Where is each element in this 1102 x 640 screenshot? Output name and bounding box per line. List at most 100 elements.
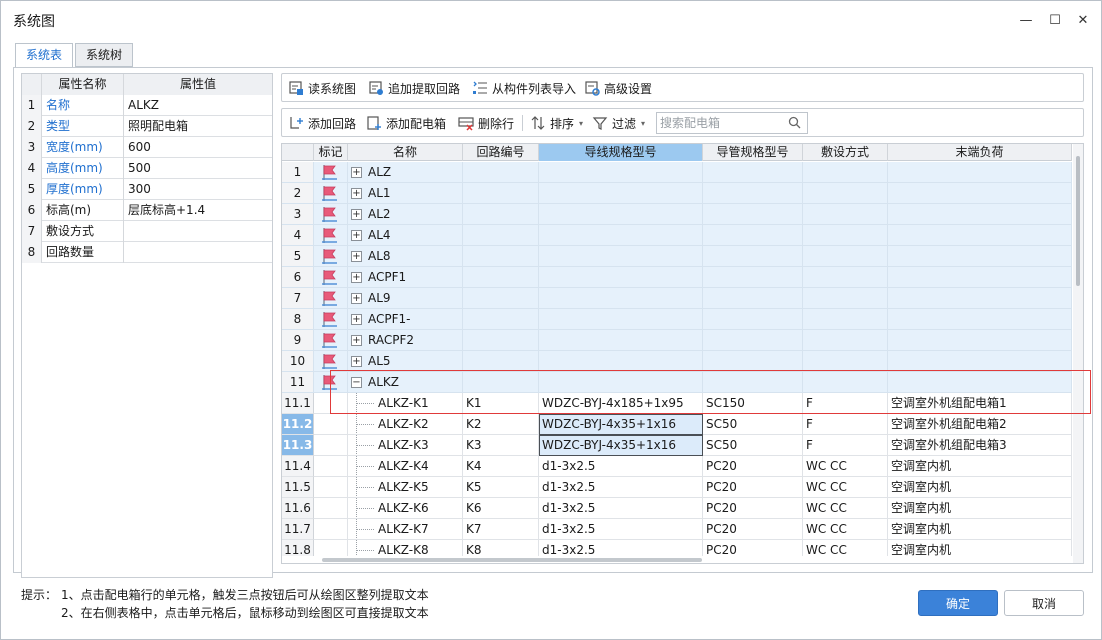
property-row[interactable]: 7 敷设方式 [22, 221, 272, 242]
cell-name[interactable]: − ALKZ [348, 372, 463, 393]
cell-name[interactable]: ALKZ-K6 [348, 498, 463, 519]
cell-wire-spec[interactable] [539, 267, 703, 288]
cell-laying-method[interactable]: F [803, 393, 888, 414]
cell-end-load[interactable] [888, 204, 1072, 225]
flag-icon[interactable] [321, 248, 339, 265]
expand-icon[interactable]: + [351, 356, 362, 367]
cell-circuit-number[interactable] [463, 372, 539, 393]
cell-wire-spec[interactable]: d1-3x2.5 [539, 519, 703, 540]
property-row[interactable]: 3 宽度(mm) 600 [22, 137, 272, 158]
flag-icon[interactable] [321, 374, 339, 391]
cell-name[interactable]: + AL5 [348, 351, 463, 372]
cell-laying-method[interactable] [803, 267, 888, 288]
cell-name[interactable]: + ACPF1- [348, 309, 463, 330]
cell-end-load[interactable] [888, 267, 1072, 288]
cell-mark[interactable] [314, 519, 348, 540]
cell-circuit-number[interactable]: K3 [463, 435, 539, 456]
table-row[interactable]: 10 + AL5 [282, 351, 1072, 372]
header-circuit-number[interactable]: 回路编号 [463, 144, 539, 161]
flag-icon[interactable] [321, 185, 339, 202]
cell-mark[interactable] [314, 225, 348, 246]
property-value[interactable]: 层底标高+1.4 [124, 200, 272, 221]
table-row[interactable]: 11.6 ALKZ-K6 K6 d1-3x2.5 PC20 WC CC 空调室内机 [282, 498, 1072, 519]
cell-wire-spec[interactable] [539, 225, 703, 246]
header-wire-spec[interactable]: 导线规格型号 [539, 144, 703, 161]
add-box-button[interactable]: 添加配电箱 [366, 113, 446, 133]
cell-laying-method[interactable] [803, 246, 888, 267]
table-row[interactable]: 9 + RACPF2 [282, 330, 1072, 351]
property-value[interactable]: 600 [124, 137, 272, 158]
table-row[interactable]: 5 + AL8 [282, 246, 1072, 267]
property-value[interactable] [124, 221, 272, 242]
expand-icon[interactable]: + [351, 251, 362, 262]
table-row[interactable]: 3 + AL2 [282, 204, 1072, 225]
cell-mark[interactable] [314, 288, 348, 309]
cell-circuit-number[interactable] [463, 351, 539, 372]
sort-button[interactable]: 排序 ▾ [530, 113, 583, 133]
table-row[interactable]: 11 − ALKZ [282, 372, 1072, 393]
expand-icon[interactable]: + [351, 314, 362, 325]
table-row[interactable]: 6 + ACPF1 [282, 267, 1072, 288]
cell-end-load[interactable]: 空调室外机组配电箱3 [888, 435, 1072, 456]
property-row[interactable]: 4 高度(mm) 500 [22, 158, 272, 179]
cell-laying-method[interactable] [803, 330, 888, 351]
cell-name[interactable]: + AL4 [348, 225, 463, 246]
cell-circuit-number[interactable] [463, 204, 539, 225]
cell-conduit-spec[interactable]: PC20 [703, 498, 803, 519]
cell-circuit-number[interactable] [463, 330, 539, 351]
row-index[interactable]: 11.5 [282, 477, 314, 498]
header-conduit-spec[interactable]: 导管规格型号 [703, 144, 803, 161]
table-row[interactable]: 11.4 ALKZ-K4 K4 d1-3x2.5 PC20 WC CC 空调室内机 [282, 456, 1072, 477]
cell-conduit-spec[interactable]: PC20 [703, 519, 803, 540]
row-index[interactable]: 11 [282, 372, 314, 393]
cell-laying-method[interactable]: WC CC [803, 498, 888, 519]
cell-laying-method[interactable]: WC CC [803, 477, 888, 498]
cell-name[interactable]: + ALZ [348, 162, 463, 183]
ok-button[interactable]: 确定 [918, 590, 998, 616]
cell-mark[interactable] [314, 435, 348, 456]
cell-mark[interactable] [314, 183, 348, 204]
cell-circuit-number[interactable] [463, 288, 539, 309]
cell-conduit-spec[interactable] [703, 183, 803, 204]
cell-circuit-number[interactable]: K6 [463, 498, 539, 519]
flag-icon[interactable] [321, 227, 339, 244]
cell-mark[interactable] [314, 246, 348, 267]
read-diagram-button[interactable]: 读系统图 [288, 78, 356, 98]
cell-conduit-spec[interactable]: PC20 [703, 477, 803, 498]
cancel-button[interactable]: 取消 [1004, 590, 1084, 616]
cell-laying-method[interactable] [803, 183, 888, 204]
header-name[interactable]: 名称 [348, 144, 463, 161]
cell-end-load[interactable] [888, 309, 1072, 330]
table-row[interactable]: 11.1 ALKZ-K1 K1 WDZC-BYJ-4x185+1x95 SC150 F 空调… [282, 393, 1072, 414]
vertical-scrollbar[interactable] [1073, 144, 1083, 563]
cell-mark[interactable] [314, 267, 348, 288]
row-index[interactable]: 11.6 [282, 498, 314, 519]
cell-laying-method[interactable] [803, 225, 888, 246]
table-row[interactable]: 7 + AL9 [282, 288, 1072, 309]
flag-icon[interactable] [321, 269, 339, 286]
row-index[interactable]: 4 [282, 225, 314, 246]
row-index[interactable]: 11.1 [282, 393, 314, 414]
cell-circuit-number[interactable]: K7 [463, 519, 539, 540]
cell-mark[interactable] [314, 372, 348, 393]
property-value[interactable]: ALKZ [124, 95, 272, 116]
cell-wire-spec[interactable] [539, 183, 703, 204]
flag-icon[interactable] [321, 290, 339, 307]
cell-name[interactable]: + AL8 [348, 246, 463, 267]
row-index[interactable]: 1 [282, 162, 314, 183]
cell-end-load[interactable] [888, 330, 1072, 351]
table-row[interactable]: 8 + ACPF1- [282, 309, 1072, 330]
cell-conduit-spec[interactable] [703, 267, 803, 288]
cell-conduit-spec[interactable]: SC150 [703, 393, 803, 414]
table-row[interactable]: 4 + AL4 [282, 225, 1072, 246]
cell-laying-method[interactable] [803, 204, 888, 225]
cell-name[interactable]: ALKZ-K7 [348, 519, 463, 540]
row-index[interactable]: 11.3 [282, 435, 314, 456]
cell-conduit-spec[interactable] [703, 204, 803, 225]
flag-icon[interactable] [321, 353, 339, 370]
property-value[interactable] [124, 242, 272, 263]
cell-wire-spec[interactable]: d1-3x2.5 [539, 456, 703, 477]
table-row[interactable]: 11.3 ALKZ-K3 K3 WDZC-BYJ-4x35+1x16 SC50 F 空调室外… [282, 435, 1072, 456]
row-index[interactable]: 2 [282, 183, 314, 204]
flag-icon[interactable] [321, 332, 339, 349]
